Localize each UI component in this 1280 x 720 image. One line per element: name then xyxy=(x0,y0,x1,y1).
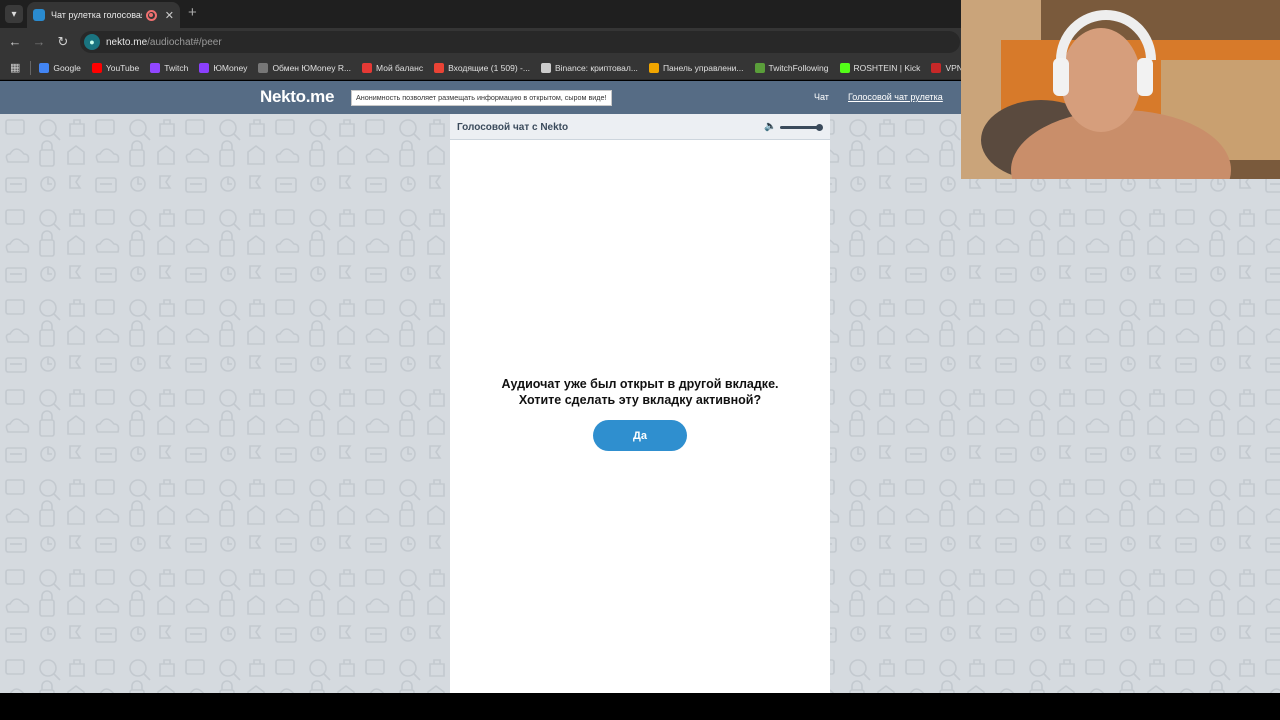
bottom-black-bar xyxy=(0,693,1280,720)
webcam-overlay xyxy=(961,0,1280,179)
forward-arrow-icon[interactable]: → xyxy=(31,34,47,50)
bookmarks-divider xyxy=(30,60,32,75)
bookmark-favicon-icon xyxy=(754,62,765,73)
bookmark-item[interactable]: YouTube xyxy=(91,62,140,73)
bookmark-label: Twitch xyxy=(164,62,189,73)
site-favicon-icon xyxy=(33,9,45,21)
new-tab-plus-icon[interactable]: + xyxy=(188,5,197,21)
bookmark-label: Binance: криптовал... xyxy=(554,62,638,73)
volume-icon[interactable]: 🔈 xyxy=(764,121,776,132)
apps-grid-icon[interactable]: ▦ xyxy=(10,61,20,74)
bookmark-label: Мой баланс xyxy=(376,62,424,73)
bookmark-label: ЮMoney xyxy=(213,62,248,73)
site-logo[interactable]: Nekto.me xyxy=(260,87,334,107)
bookmark-item[interactable]: Панель управлени... xyxy=(648,62,744,73)
bookmark-favicon-icon xyxy=(931,62,942,73)
bookmark-favicon-icon xyxy=(91,62,102,73)
panel-header: Голосовой чат с Nekto 🔈 xyxy=(450,114,830,140)
bookmark-item[interactable]: Google xyxy=(39,62,81,73)
bookmark-favicon-icon xyxy=(199,62,210,73)
bookmark-item[interactable]: Мой баланс xyxy=(362,62,424,73)
volume-slider[interactable] xyxy=(780,126,820,129)
site-info-icon[interactable]: ● xyxy=(84,34,100,50)
tab-conflict-message: Аудиочат уже был открыт в другой вкладке… xyxy=(450,376,830,408)
bookmark-favicon-icon xyxy=(434,62,445,73)
url-path: /audiochat#/peer xyxy=(147,36,222,48)
tab-title: Чат рулетка голосовая — | xyxy=(51,10,142,20)
bookmark-label: Обмен ЮMoney R... xyxy=(272,62,352,73)
url-host: nekto.me xyxy=(106,36,148,48)
bookmark-item[interactable]: Twitch xyxy=(150,62,189,73)
nav-link-chat[interactable]: Чат xyxy=(814,92,829,102)
voice-chat-panel: Голосовой чат с Nekto 🔈 Аудиочат уже был… xyxy=(450,114,830,693)
bookmark-item[interactable]: Binance: криптовал... xyxy=(540,62,638,73)
tab-search-icon[interactable]: ▾ xyxy=(5,5,23,23)
bookmark-item[interactable]: ЮMoney xyxy=(199,62,248,73)
bookmark-label: ROSHTEIN | Kick xyxy=(853,62,921,73)
nav-link-voice-chat[interactable]: Голосовой чат рулетка xyxy=(848,92,943,102)
tab-close-icon[interactable]: ✕ xyxy=(165,9,174,22)
bookmark-favicon-icon xyxy=(39,62,50,73)
recording-icon xyxy=(145,9,157,21)
volume-slider-handle[interactable] xyxy=(816,124,823,131)
bookmark-label: TwitchFollowing xyxy=(768,62,829,73)
message-line-2: Хотите сделать эту вкладку активной? xyxy=(518,393,762,407)
bookmark-label: YouTube xyxy=(105,62,140,73)
bookmark-favicon-icon xyxy=(362,62,373,73)
bookmark-item[interactable]: Обмен ЮMoney R... xyxy=(258,62,352,73)
reload-icon[interactable]: ↻ xyxy=(55,34,71,50)
bookmark-favicon-icon xyxy=(648,62,659,73)
browser-tab-active[interactable]: Чат рулетка голосовая — | ✕ xyxy=(27,2,180,28)
bookmark-favicon-icon xyxy=(540,62,551,73)
bookmark-item[interactable]: ROSHTEIN | Kick xyxy=(839,62,921,73)
bookmark-label: Входящие (1 509) -... xyxy=(448,62,530,73)
bookmark-label: Google xyxy=(53,62,81,73)
bookmark-item[interactable]: TwitchFollowing xyxy=(754,62,829,73)
site-slogan: Анонимность позволяет размещать информац… xyxy=(351,90,612,106)
bookmark-favicon-icon xyxy=(839,62,850,73)
bookmark-favicon-icon xyxy=(150,62,161,73)
yes-button[interactable]: Да xyxy=(593,420,687,451)
bookmark-label: Панель управлени... xyxy=(662,62,744,73)
address-bar[interactable]: ● nekto.me /audiochat#/peer xyxy=(80,31,960,53)
panel-title: Голосовой чат с Nekto xyxy=(457,122,569,133)
bookmark-item[interactable]: Входящие (1 509) -... xyxy=(434,62,530,73)
back-arrow-icon[interactable]: ← xyxy=(7,34,23,50)
message-line-1: Аудиочат уже был открыт в другой вкладке… xyxy=(501,377,779,391)
bookmark-favicon-icon xyxy=(258,62,269,73)
